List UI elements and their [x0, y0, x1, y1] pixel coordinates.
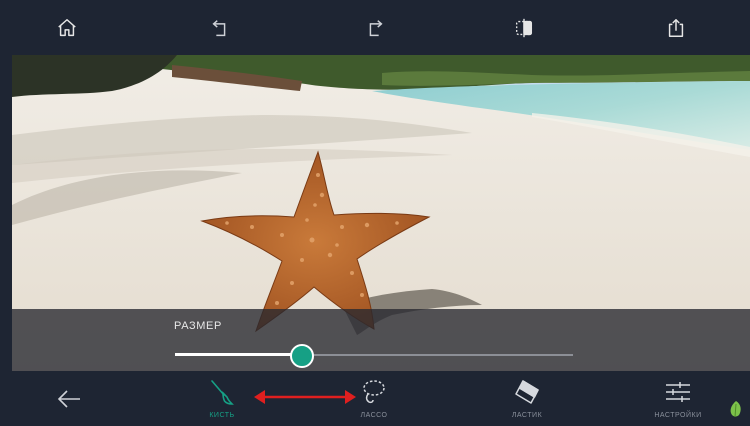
tool-brush-label: КИСТЬ	[209, 412, 235, 419]
brush-icon	[211, 380, 234, 405]
lasso-icon	[363, 380, 385, 404]
slider-fill	[175, 353, 302, 356]
tool-eraser-label: ЛАСТИК	[511, 412, 543, 419]
compare-button[interactable]	[508, 12, 540, 44]
undo-button[interactable]	[204, 12, 236, 44]
tool-lasso-label: ЛАССО	[360, 412, 388, 419]
size-label: РАЗМЕР	[174, 320, 222, 332]
undo-icon	[212, 20, 226, 37]
tool-eraser[interactable]: ЛАСТИК	[487, 371, 567, 426]
compare-icon	[515, 18, 533, 38]
brush-size-slider[interactable]	[175, 344, 573, 368]
leaf-logo-icon	[730, 401, 741, 418]
tool-settings-label: НАСТРОЙКИ	[654, 412, 702, 419]
bottom-toolbar: КИСТЬ ЛАССО ЛАСТИК НАСТРОЙКИ	[0, 371, 750, 426]
redo-icon	[369, 20, 383, 37]
back-button[interactable]	[52, 385, 86, 413]
share-icon	[668, 19, 684, 37]
tool-settings[interactable]: НАСТРОЙКИ	[638, 371, 718, 426]
photo-canvas[interactable]: РАЗМЕР	[12, 55, 750, 371]
home-icon	[58, 19, 76, 37]
top-toolbar	[0, 0, 750, 55]
brush-size-panel: РАЗМЕР	[12, 309, 750, 371]
slider-thumb[interactable]	[290, 344, 314, 368]
tool-brush[interactable]: КИСТЬ	[182, 371, 262, 426]
home-button[interactable]	[51, 12, 83, 44]
eraser-icon	[515, 380, 539, 404]
double-arrow-icon	[254, 390, 356, 404]
arrow-left-icon	[57, 390, 80, 408]
sliders-icon	[666, 382, 690, 402]
redo-button[interactable]	[359, 12, 391, 44]
share-button[interactable]	[660, 12, 692, 44]
